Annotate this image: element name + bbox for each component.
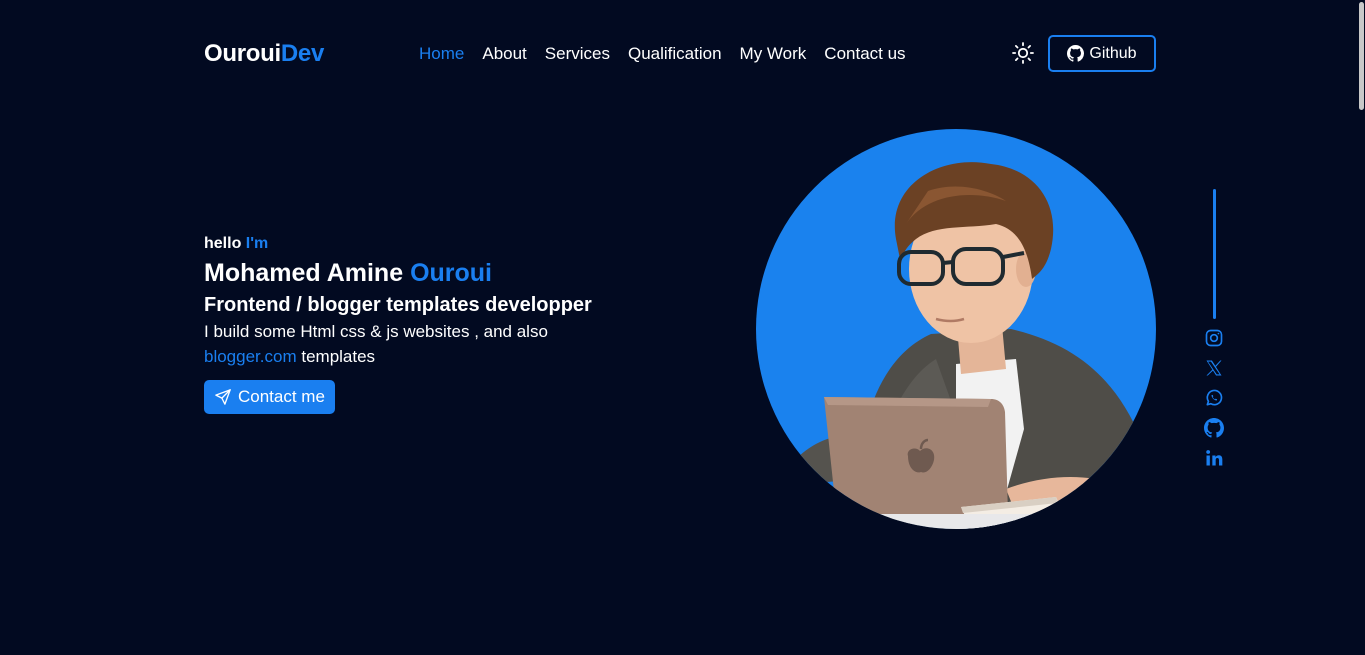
nav-item-my-work[interactable]: My Work: [740, 43, 807, 65]
site-logo[interactable]: OurouiDev: [204, 40, 324, 68]
hero-name-main: Mohamed Amine: [204, 259, 404, 287]
nav-item-about[interactable]: About: [482, 43, 526, 65]
page: OurouiDev Home About Services Qualificat…: [0, 0, 1365, 655]
main-nav: Home About Services Qualification My Wor…: [419, 43, 906, 65]
contact-me-button[interactable]: Contact me: [204, 380, 335, 414]
github-icon[interactable]: [1204, 418, 1224, 438]
hero-name: Mohamed Amine Ouroui: [204, 257, 664, 289]
hero-text: hello I'm Mohamed Amine Ouroui Frontend …: [204, 233, 664, 414]
github-icon: [1067, 45, 1085, 62]
sun-icon[interactable]: [1011, 41, 1035, 65]
linkedin-icon[interactable]: [1204, 448, 1224, 468]
social-rail: [1203, 189, 1225, 473]
scrollbar-thumb[interactable]: [1359, 2, 1364, 110]
hero-description-tail: templates: [301, 347, 376, 366]
greeting-main: hello: [204, 235, 242, 252]
logo-accent-text: Dev: [280, 40, 324, 67]
page-scrollbar[interactable]: [1357, 0, 1365, 655]
profile-photo: [756, 129, 1156, 529]
nav-item-qualification[interactable]: Qualification: [628, 43, 722, 65]
hero-description-line1: I build some Html css & js websites , an…: [204, 322, 548, 341]
greeting: hello I'm: [204, 233, 664, 255]
x-icon[interactable]: [1204, 358, 1224, 378]
nav-item-services[interactable]: Services: [545, 43, 610, 65]
blogger-link[interactable]: blogger.com: [204, 347, 297, 366]
github-button-label: Github: [1089, 44, 1137, 62]
rail-line: [1212, 189, 1216, 319]
nav-item-home[interactable]: Home: [419, 43, 464, 65]
send-icon: [215, 389, 231, 405]
hero-description: I build some Html css & js websites , an…: [204, 319, 664, 369]
nav-item-contact-us[interactable]: Contact us: [824, 43, 905, 65]
logo-main-text: Ouroui: [204, 40, 281, 67]
greeting-accent: I'm: [245, 235, 269, 252]
hero-name-accent: Ouroui: [410, 259, 492, 287]
instagram-icon[interactable]: [1204, 328, 1224, 348]
contact-me-label: Contact me: [238, 387, 325, 406]
whatsapp-icon[interactable]: [1204, 388, 1224, 408]
hero-role: Frontend / blogger templates developper: [204, 294, 592, 316]
github-button[interactable]: Github: [1048, 35, 1156, 72]
